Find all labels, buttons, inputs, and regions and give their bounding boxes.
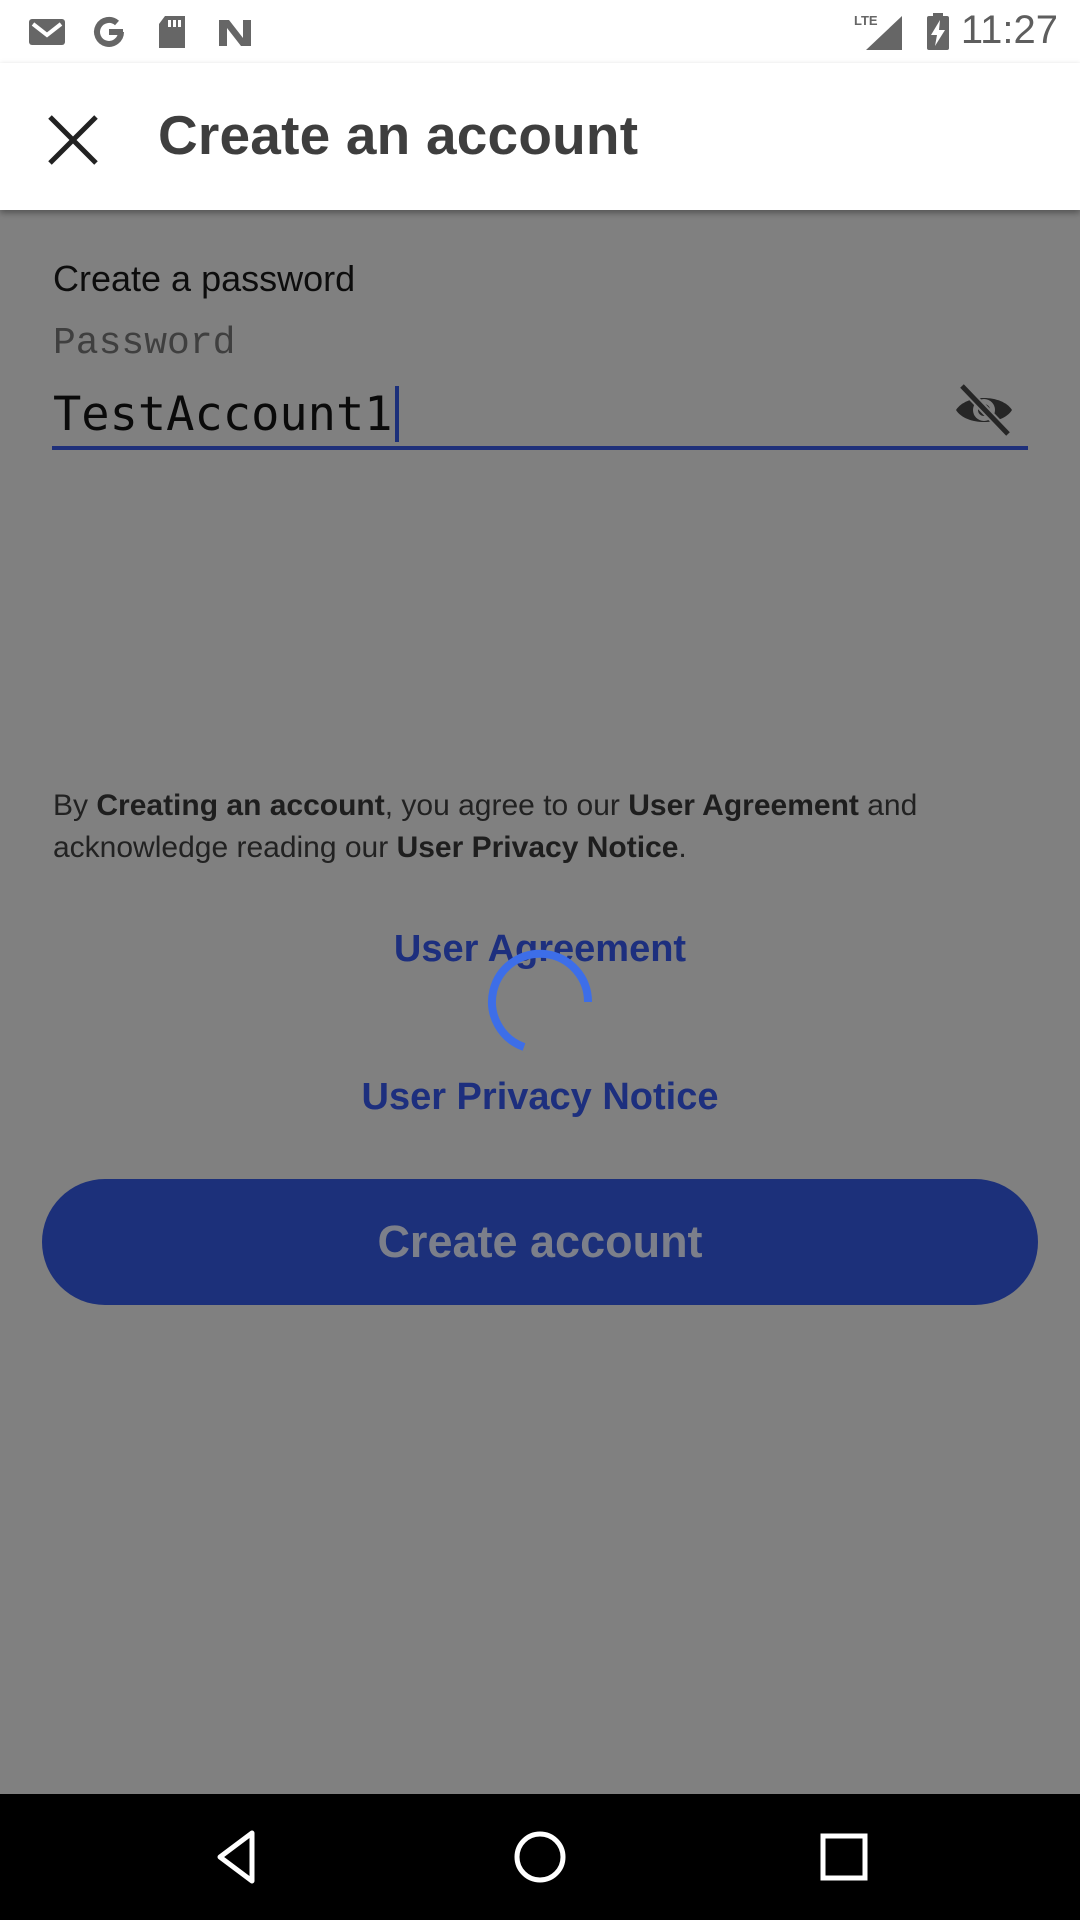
password-field[interactable]: TestAccount1 bbox=[53, 386, 399, 442]
password-underline bbox=[52, 446, 1028, 450]
password-value: TestAccount1 bbox=[53, 386, 393, 442]
create-account-button[interactable]: Create account bbox=[42, 1179, 1038, 1305]
navigation-bar bbox=[0, 1794, 1080, 1920]
visibility-off-icon[interactable] bbox=[952, 378, 1016, 442]
user-privacy-notice-link[interactable]: User Privacy Notice bbox=[0, 1076, 1080, 1119]
nfc-icon bbox=[219, 20, 251, 46]
loading-spinner bbox=[488, 949, 593, 1051]
password-label: Password bbox=[53, 322, 236, 365]
legal-agreement: User Agreement bbox=[628, 789, 859, 822]
form-content: Create a password Password TestAccount1 … bbox=[0, 210, 1080, 1794]
recents-icon[interactable] bbox=[814, 1827, 874, 1887]
battery-charging-icon bbox=[927, 13, 949, 50]
home-icon[interactable] bbox=[510, 1827, 570, 1887]
page-title: Create an account bbox=[158, 104, 639, 166]
close-icon[interactable] bbox=[36, 103, 110, 177]
lte-signal-icon: LTE bbox=[854, 13, 902, 50]
legal-suffix: . bbox=[678, 831, 687, 864]
sd-card-icon bbox=[159, 16, 185, 48]
google-icon bbox=[94, 16, 124, 47]
status-bar: LTE 11:27 bbox=[0, 0, 1080, 63]
section-label: Create a password bbox=[53, 258, 356, 299]
legal-text: By Creating an account, you agree to our… bbox=[53, 785, 1033, 869]
legal-mid1: , you agree to our bbox=[384, 789, 629, 822]
legal-prefix: By bbox=[53, 789, 97, 822]
legal-creating: Creating an account bbox=[96, 789, 385, 822]
svg-text:LTE: LTE bbox=[854, 13, 878, 28]
status-time: 11:27 bbox=[960, 8, 1058, 52]
gmail-icon bbox=[29, 19, 65, 45]
app-bar: Create an account bbox=[0, 63, 1080, 210]
legal-privacy: User Privacy Notice bbox=[396, 831, 679, 864]
back-icon[interactable] bbox=[206, 1827, 266, 1887]
text-caret bbox=[394, 386, 399, 442]
create-account-label: Create account bbox=[377, 1216, 703, 1267]
